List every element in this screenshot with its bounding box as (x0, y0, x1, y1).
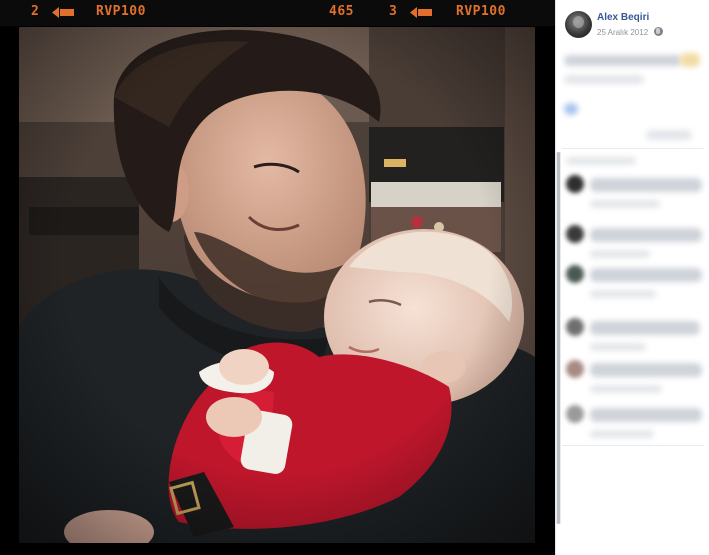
author-name[interactable]: Alex Beqiri (597, 12, 649, 23)
frame-number-left: 2 (31, 4, 40, 19)
blurred-comment-meta (590, 343, 646, 351)
blurred-caption (564, 55, 682, 66)
photo-illustration (19, 27, 535, 543)
film-arrow-icon (52, 7, 74, 18)
blurred-caption (564, 75, 644, 84)
blurred-action (646, 130, 692, 140)
blurred-comment-avatar (566, 318, 584, 336)
blurred-comment-avatar (566, 175, 584, 193)
film-arrow-icon (410, 7, 432, 18)
globe-icon (654, 27, 663, 36)
blurred-comment (590, 228, 702, 242)
frame-number-right: 3 (389, 4, 398, 19)
blurred-comment-avatar (566, 265, 584, 283)
film-type-right: RVP100 (456, 4, 506, 19)
blurred-comment-avatar (566, 405, 584, 423)
post-side-panel: Alex Beqiri 25 Aralık 2012 (555, 0, 709, 555)
blurred-reaction-icon (564, 103, 578, 115)
blurred-comment-meta (590, 430, 654, 438)
blurred-comment (590, 408, 702, 422)
blurred-emoji (680, 53, 700, 67)
film-strip-border: 2 RVP100 465 3 RVP100 (0, 0, 555, 26)
post-photo[interactable] (19, 27, 535, 543)
blurred-comment (590, 321, 700, 335)
divider (562, 445, 704, 446)
blurred-comment-meta (590, 385, 662, 393)
photo-viewer: 2 RVP100 465 3 RVP100 (0, 0, 555, 555)
blurred-comment-avatar (566, 225, 584, 243)
blurred-comment-meta (590, 290, 656, 298)
blurred-comment-meta (590, 250, 650, 258)
avatar[interactable] (565, 11, 592, 38)
blurred-comment-header (566, 157, 636, 165)
blurred-comment-avatar (566, 360, 584, 378)
scrollbar-thumb[interactable] (557, 152, 560, 524)
frame-counter: 465 (329, 4, 354, 19)
divider (562, 148, 704, 149)
blurred-comment (590, 178, 702, 192)
film-type-left: RVP100 (96, 4, 146, 19)
blurred-comment-meta (590, 200, 660, 208)
blurred-comment (590, 268, 702, 282)
post-date[interactable]: 25 Aralık 2012 (597, 28, 648, 37)
blurred-comment (590, 363, 702, 377)
